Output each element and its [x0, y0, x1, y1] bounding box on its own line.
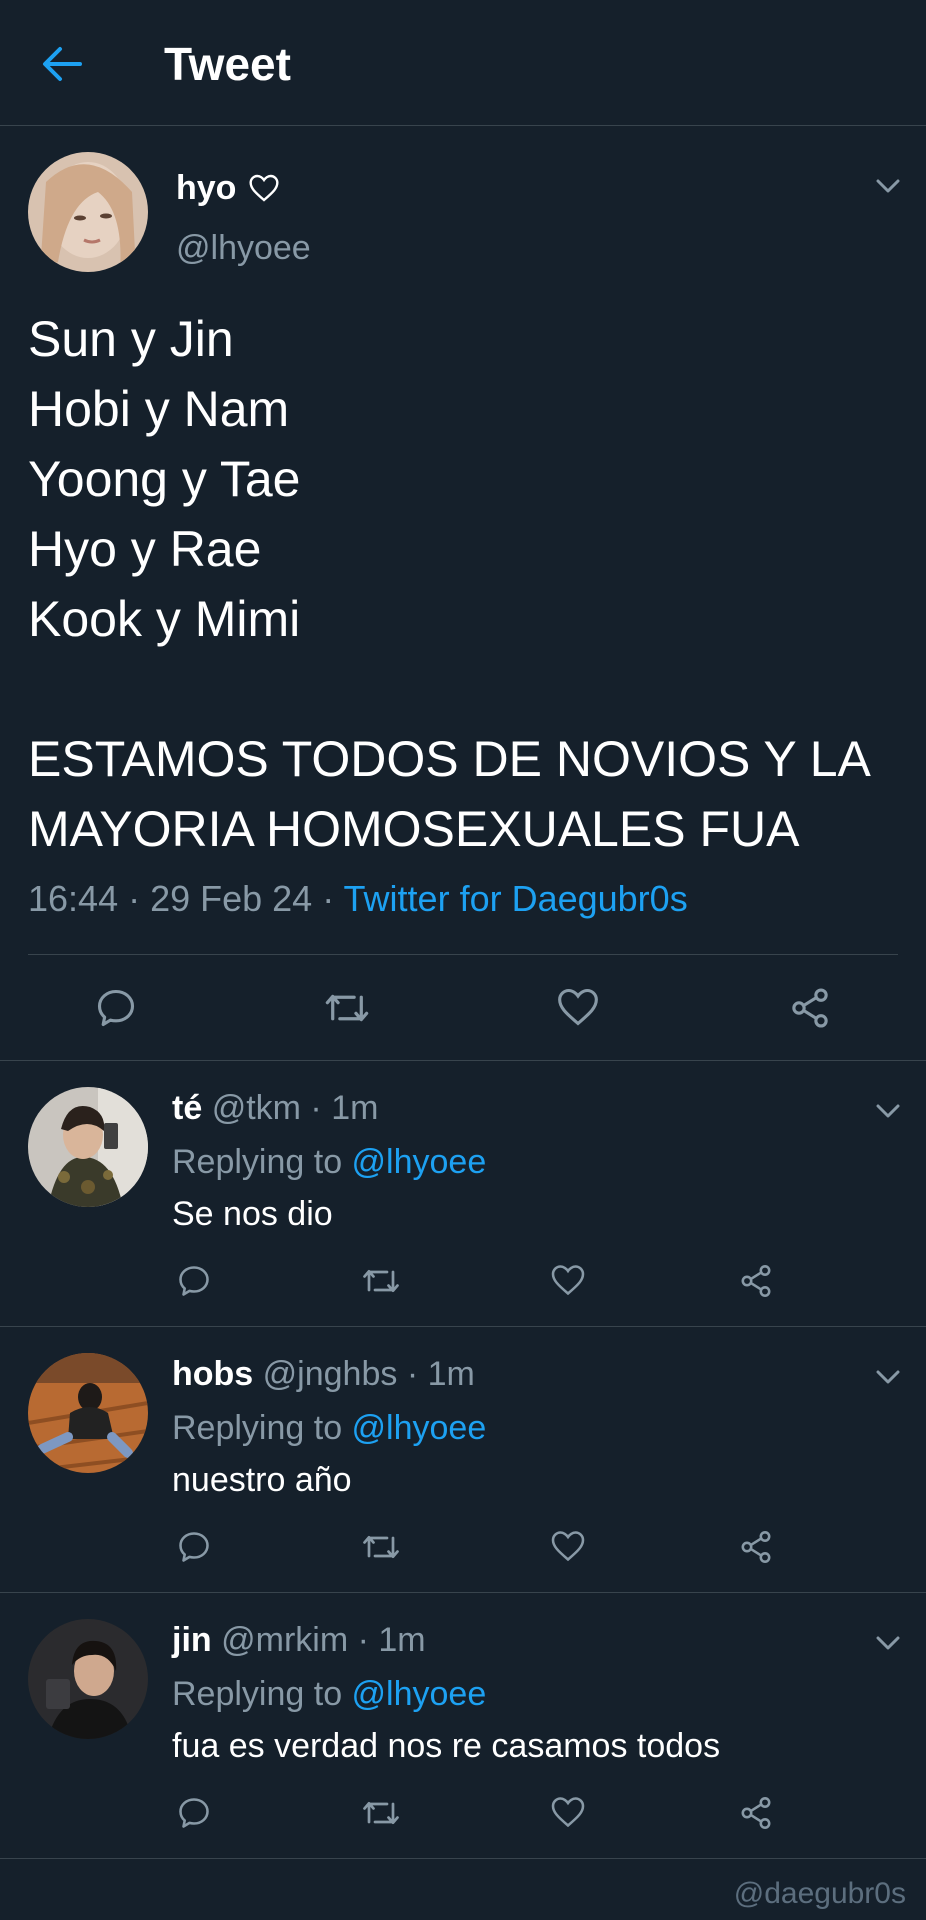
comment-icon — [179, 1266, 209, 1296]
reply-author-name[interactable]: jin — [172, 1621, 212, 1659]
reply-options-button[interactable] — [870, 1099, 906, 1123]
back-button[interactable] — [40, 44, 84, 84]
heart-icon — [551, 1265, 585, 1296]
author-name[interactable]: hyo — [176, 166, 280, 210]
top-bar: Tweet — [0, 0, 926, 126]
reply-text: Se nos dio — [172, 1195, 333, 1233]
reply-avatar[interactable] — [28, 1619, 148, 1739]
arrow-left-icon — [43, 47, 82, 81]
reply-timestamp: 1m — [331, 1089, 379, 1127]
reply-tweet[interactable]: jin @mrkim · 1m Replying to @lhyoee fua … — [0, 1593, 926, 1859]
reply-header: jin @mrkim · 1m — [172, 1617, 426, 1663]
like-button[interactable] — [556, 986, 600, 1028]
reply-author-handle[interactable]: @tkm — [212, 1089, 301, 1127]
reply-button[interactable] — [176, 1529, 212, 1565]
reply-timestamp: 1m — [378, 1621, 426, 1659]
retweet-icon — [363, 1269, 399, 1293]
mention-link[interactable]: @lhyoee — [352, 1143, 487, 1181]
mention-link[interactable]: @lhyoee — [352, 1675, 487, 1713]
chevron-down-icon — [876, 179, 900, 193]
retweet-button[interactable] — [360, 1263, 402, 1299]
share-button[interactable] — [738, 1529, 774, 1565]
retweet-icon — [363, 1801, 399, 1825]
reply-options-button[interactable] — [870, 1631, 906, 1655]
heart-icon — [558, 988, 598, 1026]
divider — [28, 954, 898, 955]
replying-to: Replying to @lhyoee — [172, 1671, 486, 1717]
tweet-meta: 16:44 · 29 Feb 24 · Twitter for Daegubr0… — [28, 876, 688, 922]
separator-dot: · — [397, 1355, 428, 1393]
reply-text: nuestro año — [172, 1461, 352, 1499]
like-button[interactable] — [550, 1795, 586, 1829]
reply-button[interactable] — [94, 986, 138, 1030]
replying-to-label: Replying to — [172, 1409, 352, 1447]
reply-header: té @tkm · 1m — [172, 1085, 378, 1131]
retweet-icon — [325, 994, 369, 1022]
author-name-text: hyo — [176, 169, 237, 207]
replying-to-label: Replying to — [172, 1675, 352, 1713]
reply-author-name[interactable]: té — [172, 1089, 202, 1127]
avatar-image — [28, 152, 148, 272]
retweet-icon — [363, 1535, 399, 1559]
reply-text: fua es verdad nos re casamos todos — [172, 1727, 721, 1765]
comment-icon — [97, 989, 135, 1027]
chevron-down-icon — [876, 1104, 900, 1118]
reply-header: hobs @jnghbs · 1m — [172, 1351, 475, 1397]
reply-timestamp: 1m — [427, 1355, 475, 1393]
retweet-button[interactable] — [322, 986, 372, 1030]
reply-button[interactable] — [176, 1795, 212, 1831]
mention-link[interactable]: @lhyoee — [352, 1409, 487, 1447]
reply-author-handle[interactable]: @mrkim — [221, 1621, 348, 1659]
share-icon — [741, 1797, 771, 1829]
reply-button[interactable] — [176, 1263, 212, 1299]
share-button[interactable] — [788, 986, 832, 1030]
tweet-timestamp: 16:44 · 29 Feb 24 · — [28, 878, 344, 919]
watermark: @daegubr0s — [733, 1877, 906, 1910]
chevron-down-icon — [876, 1636, 900, 1650]
separator-dot: · — [348, 1621, 379, 1659]
replying-to-label: Replying to — [172, 1143, 352, 1181]
heart-icon — [551, 1531, 585, 1562]
avatar-image — [28, 1087, 148, 1207]
reply-avatar[interactable] — [28, 1353, 148, 1473]
avatar-image — [28, 1619, 148, 1739]
chevron-down-icon — [876, 1370, 900, 1384]
heart-icon — [551, 1797, 585, 1828]
separator-dot: · — [300, 1089, 332, 1127]
share-icon — [741, 1531, 771, 1563]
reply-author-handle[interactable]: @jnghbs — [263, 1355, 398, 1393]
replying-to: Replying to @lhyoee — [172, 1405, 486, 1451]
retweet-button[interactable] — [360, 1529, 402, 1565]
reply-tweet[interactable]: té @tkm · 1m Replying to @lhyoee Se nos … — [0, 1061, 926, 1327]
tweet-source-link[interactable]: Twitter for Daegubr0s — [344, 878, 688, 919]
author-handle[interactable]: @lhyoee — [176, 226, 311, 270]
share-icon — [741, 1265, 771, 1297]
author-avatar[interactable] — [28, 152, 148, 272]
retweet-button[interactable] — [360, 1795, 402, 1831]
heart-outline-icon — [249, 174, 279, 202]
page-title: Tweet — [164, 38, 291, 90]
share-button[interactable] — [738, 1795, 774, 1831]
comment-icon — [179, 1532, 209, 1562]
tweet-options-button[interactable] — [870, 174, 906, 198]
like-button[interactable] — [550, 1529, 586, 1563]
avatar-image — [28, 1353, 148, 1473]
main-tweet: hyo @lhyoee Sun y Jin Hobi y Nam Yoong y… — [0, 126, 926, 1061]
share-button[interactable] — [738, 1263, 774, 1299]
replying-to: Replying to @lhyoee — [172, 1139, 486, 1185]
like-button[interactable] — [550, 1263, 586, 1297]
share-icon — [792, 988, 828, 1028]
reply-avatar[interactable] — [28, 1087, 148, 1207]
tweet-text: Sun y Jin Hobi y Nam Yoong y Tae Hyo y R… — [28, 311, 871, 857]
reply-author-name[interactable]: hobs — [172, 1355, 253, 1393]
reply-options-button[interactable] — [870, 1365, 906, 1389]
comment-icon — [179, 1798, 209, 1828]
reply-tweet[interactable]: hobs @jnghbs · 1m Replying to @lhyoee nu… — [0, 1327, 926, 1593]
